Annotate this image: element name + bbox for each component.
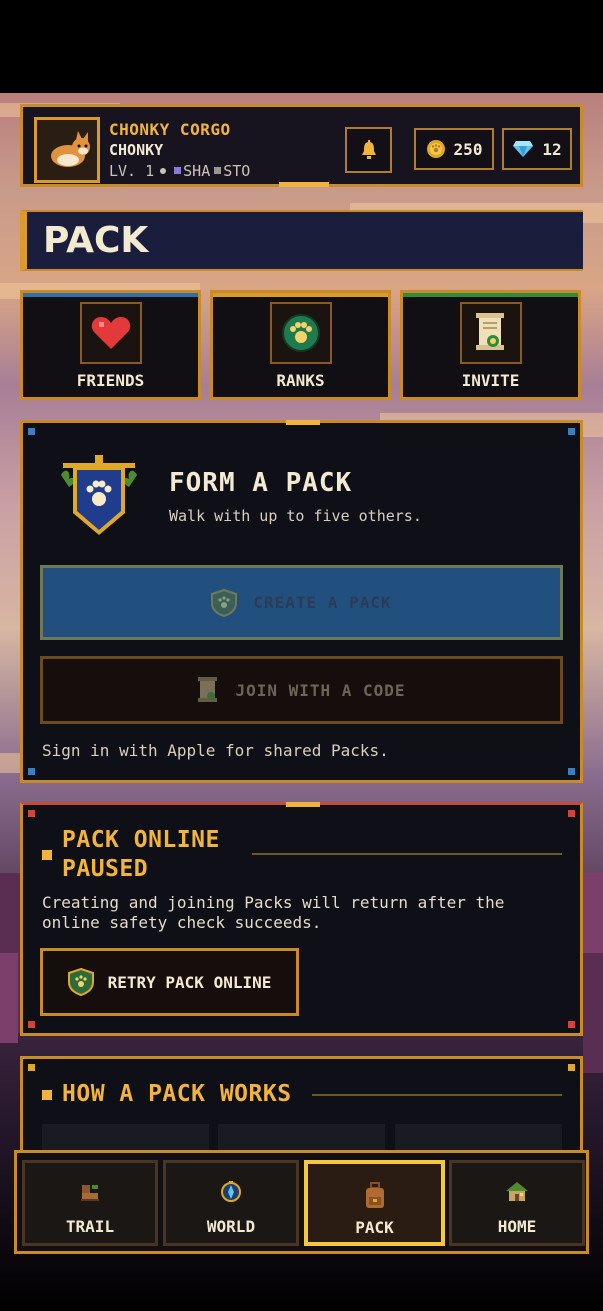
invite-label: INVITE <box>461 371 520 390</box>
tab-pack[interactable]: PACK <box>304 1160 445 1246</box>
create-pack-button[interactable]: CREATE A PACK <box>40 565 563 640</box>
page-title: PACK <box>43 220 149 261</box>
how-pack-works-heading: HOW A PACK WORKS <box>62 1081 292 1107</box>
tab-home-label: HOME <box>497 1217 537 1236</box>
friends-card[interactable]: FRIENDS <box>20 290 201 400</box>
panel-accent-tab <box>286 420 320 425</box>
corner-marker <box>568 810 575 817</box>
tab-world[interactable]: WORLD <box>163 1160 299 1246</box>
tab-trail[interactable]: TRAIL <box>22 1160 158 1246</box>
gem-count: 12 <box>542 139 562 159</box>
friends-label: FRIENDS <box>76 371 145 390</box>
ranks-card[interactable]: RANKS <box>210 290 391 400</box>
coin-count: 250 <box>453 139 483 159</box>
section-divider <box>312 1094 562 1096</box>
section-marker <box>42 1090 52 1100</box>
bell-icon <box>361 140 376 159</box>
panel-accent-tab <box>286 802 320 807</box>
heart-icon <box>91 317 131 349</box>
sign-in-note: Sign in with Apple for shared Packs. <box>42 741 389 760</box>
tag-b: STO <box>223 162 251 180</box>
section-marker <box>42 850 52 860</box>
corner-marker <box>568 1021 575 1028</box>
tab-world-label: WORLD <box>206 1217 256 1236</box>
tab-home[interactable]: HOME <box>449 1160 585 1246</box>
compass-icon <box>221 1181 241 1202</box>
section-divider <box>252 853 562 855</box>
corner-marker <box>28 768 35 775</box>
diamond-icon <box>513 141 534 157</box>
paused-heading-line1: PACK ONLINE <box>62 827 220 853</box>
shield-paw-icon <box>211 588 238 617</box>
house-icon <box>506 1182 528 1201</box>
card-accent-line <box>213 293 388 297</box>
tab-pack-label: PACK <box>355 1218 394 1237</box>
backpack-icon <box>365 1182 384 1208</box>
coin-balance[interactable]: 250 <box>414 128 494 170</box>
corner-marker <box>28 810 35 817</box>
level-label: LV. 1 <box>109 162 155 180</box>
pack-online-status-panel: PACK ONLINE PAUSED Creating and joining … <box>20 802 583 1036</box>
avatar[interactable] <box>34 117 100 183</box>
paused-message-line1: Creating and joining Packs will return a… <box>42 893 505 912</box>
tag-a: SHA <box>183 162 211 180</box>
display-name: CHONKY CORGO <box>109 120 231 139</box>
paw-badge-icon <box>282 314 320 352</box>
paused-message-line2: online safety check succeeds. <box>42 913 322 932</box>
paused-message: Creating and joining Packs will return a… <box>42 893 504 933</box>
form-pack-panel: FORM A PACK Walk with up to five others.… <box>20 420 583 783</box>
scroll-icon <box>476 313 504 350</box>
profile-header: CHONKY CORGO CHONKY LV. 1 SHA STO 250 12 <box>20 104 583 187</box>
tag-a-swatch <box>174 167 182 174</box>
page-title-bar: PACK <box>20 210 583 271</box>
corner-marker <box>568 768 575 775</box>
corner-marker <box>28 1064 35 1071</box>
gem-balance[interactable]: 12 <box>502 128 572 170</box>
invite-card[interactable]: INVITE <box>400 290 581 400</box>
tag-b-swatch <box>214 167 222 174</box>
paused-heading: PACK ONLINE PAUSED <box>62 826 220 884</box>
pack-banner-icon <box>61 455 137 535</box>
tab-trail-label: TRAIL <box>65 1217 115 1236</box>
retry-pack-online-button[interactable]: RETRY PACK ONLINE <box>40 948 299 1016</box>
card-accent-line <box>23 293 198 297</box>
card-accent-line <box>403 293 578 297</box>
create-pack-label: CREATE A PACK <box>253 593 392 612</box>
corner-marker <box>568 1064 575 1071</box>
boot-icon <box>81 1185 99 1201</box>
ranks-icon-frame <box>270 302 332 364</box>
corner-marker <box>28 1021 35 1028</box>
form-pack-title: FORM A PACK <box>169 468 353 498</box>
notifications-button[interactable] <box>345 127 392 173</box>
separator-dot <box>160 167 167 174</box>
corgi-icon <box>51 131 90 167</box>
form-pack-subtitle: Walk with up to five others. <box>169 507 422 525</box>
bottom-tab-bar: TRAIL WORLD PACK HOME <box>14 1150 589 1254</box>
scroll-icon <box>198 677 218 702</box>
paused-heading-line2: PAUSED <box>62 856 149 882</box>
invite-icon-frame <box>460 302 522 364</box>
corner-marker <box>568 428 575 435</box>
shield-paw-icon <box>67 968 94 996</box>
corner-marker <box>28 428 35 435</box>
level-line: LV. 1 SHA STO <box>109 162 250 180</box>
nickname: CHONKY <box>109 141 164 159</box>
ranks-label: RANKS <box>276 371 325 390</box>
header-accent-tab <box>279 182 329 187</box>
join-with-code-button[interactable]: JOIN WITH A CODE <box>40 656 563 724</box>
friends-icon-frame <box>80 302 142 364</box>
join-with-code-label: JOIN WITH A CODE <box>235 680 406 700</box>
retry-pack-online-label: RETRY PACK ONLINE <box>107 972 272 992</box>
coin-icon <box>426 140 445 158</box>
